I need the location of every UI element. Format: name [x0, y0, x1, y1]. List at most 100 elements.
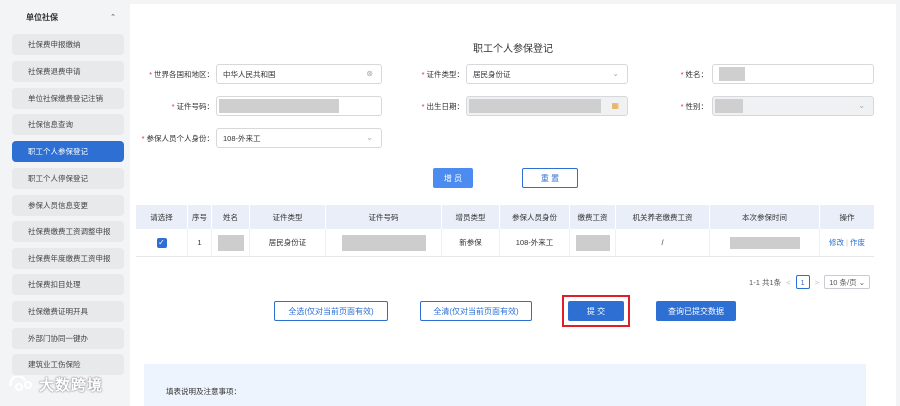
sidebar-item[interactable]: 建筑业工伤保险	[12, 354, 124, 375]
enroll-time-cell	[710, 229, 820, 256]
sidebar-item[interactable]: 社保费年度缴费工资申报	[12, 248, 124, 269]
gov-pension-wage-cell: /	[616, 229, 710, 256]
birth-date-input[interactable]: ▦	[466, 96, 628, 116]
select-all-button[interactable]: 全选(仅对当前页面有效)	[274, 301, 388, 321]
notes-panel: 填表说明及注意事项：	[144, 364, 866, 406]
masked-id-number	[219, 99, 339, 113]
table-header-row: 请选择 序号 姓名 证件类型 证件号码 增员类型 参保人员身份 缴费工资 机关养…	[136, 205, 874, 229]
id-number-cell	[326, 229, 442, 256]
page-title: 职工个人参保登记	[473, 44, 553, 55]
name-label: 姓名：	[685, 69, 709, 79]
notes-title: 填表说明及注意事项：	[166, 387, 241, 396]
chevron-down-icon: ⌄	[858, 101, 865, 110]
chevron-down-icon: ⌄	[612, 69, 619, 78]
chevron-down-icon: ⌄	[858, 277, 865, 287]
birth-label: 出生日期：	[426, 101, 465, 111]
masked-wage	[575, 234, 610, 251]
page-1-button[interactable]: 1	[795, 275, 810, 289]
table-row: ✓ 1 居民身份证 新参保 108-外来工 / 修改 | 作废	[136, 229, 874, 257]
table-header-cell: 本次参保时间	[710, 205, 820, 229]
sidebar-item[interactable]: 社保费缴费工资调整申报	[12, 221, 124, 242]
identity-label-wrap: * 参保人员个人身份：	[141, 133, 215, 143]
chevron-down-icon: ⌄	[366, 133, 373, 142]
id-type-select[interactable]: 居民身份证 ⌄	[466, 64, 628, 84]
table-header-cell: 请选择	[136, 205, 188, 229]
table-header-cell: 增员类型	[442, 205, 500, 229]
sidebar-item-active[interactable]: 职工个人参保登记	[12, 141, 124, 162]
masked-name	[719, 67, 745, 81]
sidebar-item[interactable]: 单位社保缴费登记注销	[12, 88, 124, 109]
index-cell: 1	[188, 229, 212, 256]
masked-enroll-time	[729, 236, 800, 249]
masked-birth-date	[469, 99, 601, 113]
calendar-icon[interactable]: ▦	[611, 101, 619, 110]
table-header-cell: 姓名	[212, 205, 250, 229]
identity-select[interactable]: 108-外来工 ⌄	[216, 128, 382, 148]
id-type-label-wrap: * 证件类型：	[421, 69, 465, 79]
query-submitted-button[interactable]: 查询已提交数据	[656, 301, 736, 321]
country-value: 中华人民共和国	[223, 69, 276, 79]
country-select[interactable]: 中华人民共和国 ⊗	[216, 64, 382, 84]
submit-button[interactable]: 提 交	[568, 301, 624, 321]
select-cell: ✓	[136, 229, 188, 256]
edit-link[interactable]: 修改	[829, 237, 844, 248]
clear-all-button[interactable]: 全清(仅对当前页面有效)	[420, 301, 532, 321]
table-header-cell: 参保人员身份	[500, 205, 570, 229]
watermark-logo-icon	[9, 375, 33, 391]
table-header-cell: 机关养老缴费工资	[616, 205, 710, 229]
pager-summary: 1-1 共1条	[749, 277, 782, 287]
prev-page-icon[interactable]: <	[786, 278, 790, 287]
table-header-cell: 证件类型	[250, 205, 326, 229]
country-label-wrap: * 世界各国和地区：	[149, 69, 214, 79]
country-label: 世界各国和地区：	[154, 69, 214, 79]
table-header-cell: 缴费工资	[570, 205, 616, 229]
sidebar-item[interactable]: 社保费申报缴纳	[12, 34, 124, 55]
table-header-cell: 证件号码	[326, 205, 442, 229]
birth-label-wrap: * 出生日期：	[421, 101, 465, 111]
identity-label: 参保人员个人身份：	[146, 133, 215, 143]
id-type-label: 证件类型：	[426, 69, 465, 79]
sidebar-item[interactable]: 社保费退费申请	[12, 61, 124, 82]
name-cell	[212, 229, 250, 256]
sidebar-item[interactable]: 社保缴费证明开具	[12, 301, 124, 322]
add-member-button[interactable]: 增 员	[433, 168, 473, 188]
clear-icon[interactable]: ⊗	[366, 69, 373, 78]
sidebar-item[interactable]: 职工个人停保登记	[12, 168, 124, 189]
sidebar-group-title: 单位社保	[26, 12, 58, 22]
add-type-cell: 新参保	[442, 229, 500, 256]
id-number-label: 证件号码：	[176, 101, 215, 111]
id-type-value: 居民身份证	[473, 69, 511, 79]
sidebar-item[interactable]: 外部门协同一键办	[12, 328, 124, 349]
id-type-cell: 居民身份证	[250, 229, 326, 256]
row-checkbox[interactable]: ✓	[156, 237, 167, 248]
wage-cell	[570, 229, 616, 256]
identity-value: 108-外来工	[223, 133, 261, 143]
sidebar-item[interactable]: 参保人员信息变更	[12, 195, 124, 216]
main-panel: 职工个人参保登记 * 世界各国和地区： 中华人民共和国 ⊗ * 证件类型： 居民身份…	[130, 4, 896, 406]
id-number-label-wrap: * 证件号码：	[171, 101, 215, 111]
page-size-select[interactable]: 10 条/页 ⌄	[824, 275, 870, 289]
operation-cell: 修改 | 作废	[829, 237, 865, 248]
name-label-wrap: * 姓名：	[680, 69, 709, 79]
name-input[interactable]	[712, 64, 874, 84]
watermark-text: 大数跨境	[39, 377, 104, 394]
identity-cell: 108-外来工	[500, 229, 570, 256]
gender-label-wrap: * 性别：	[680, 101, 709, 111]
sidebar-group-header[interactable]: 单位社保 ⌃	[10, 6, 124, 28]
chevron-up-icon[interactable]: ⌃	[110, 13, 116, 21]
enrollment-table: 请选择 序号 姓名 证件类型 证件号码 增员类型 参保人员身份 缴费工资 机关养…	[136, 205, 874, 257]
masked-id-number	[341, 234, 426, 251]
next-page-icon[interactable]: >	[815, 278, 819, 287]
reset-button[interactable]: 重 置	[522, 168, 578, 188]
sidebar: 单位社保 ⌃ 社保费申报缴纳 社保费退费申请 单位社保缴费登记注销 社保信息查询…	[0, 0, 126, 406]
table-header-cell: 操作	[839, 212, 855, 222]
masked-name	[217, 234, 244, 251]
gender-label: 性别：	[685, 101, 709, 111]
sidebar-item[interactable]: 社保信息查询	[12, 114, 124, 135]
sidebar-item[interactable]: 社保费扣目处理	[12, 274, 124, 295]
watermark: 大数跨境	[8, 374, 103, 395]
gender-select[interactable]: ⌄	[712, 96, 874, 116]
masked-gender	[715, 99, 743, 113]
void-link[interactable]: 作废	[850, 237, 865, 248]
id-number-input[interactable]	[216, 96, 382, 116]
